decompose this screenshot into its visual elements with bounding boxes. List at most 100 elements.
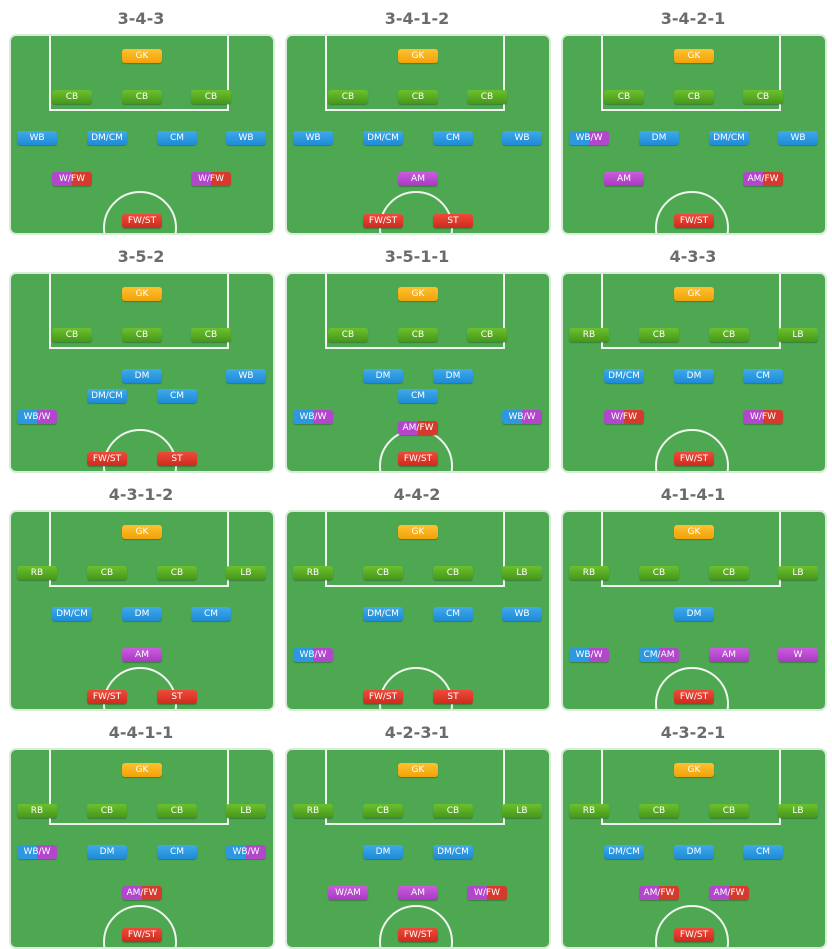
position-badge: GK [674,525,714,539]
position-badge: DM/CM [52,607,92,621]
position-badge: DM [674,845,714,859]
position-badge: LB [226,566,266,580]
position-badge: CB [52,90,92,104]
position-badge: CB [87,804,127,818]
center-circle [103,667,177,709]
position-badge: FW/ST [122,928,162,942]
position-badge: W/FW [191,172,231,186]
position-badge: RB [17,566,57,580]
position-badge: CB [191,328,231,342]
formation-card: 4-3-3 GK RB CB CB LB DM/CM DM CM W/FW W/FW FW/ST [561,244,827,473]
center-circle [655,429,729,471]
pitch: GK RB CB CB LB DM/CM DM CM W/FW W/FW FW/ST [561,272,827,473]
position-badge: W [778,648,818,662]
formation-title: 3-4-1-2 [384,9,450,28]
formation-card: 3-4-2-1 GK CB CB CB WB/W DM DM/CM WB AM AM/FW FW/ST [561,6,827,235]
position-badge: FW/ST [674,452,714,466]
position-badge: W/FW [52,172,92,186]
position-badge: AM [122,648,162,662]
formation-card: 4-1-4-1 GK RB CB CB LB DM WB/W CM/AM AM W FW/ST [561,482,827,711]
position-badge: CM [157,131,197,145]
formation-title: 4-3-1-2 [108,485,174,504]
penalty-box [49,512,229,587]
position-badge: WB [778,131,818,145]
position-badge: WB [502,607,542,621]
position-badge: ST [433,214,473,228]
position-badge: WB [226,131,266,145]
position-badge: RB [569,328,609,342]
position-badge: DM/CM [87,131,127,145]
position-badge: DM [433,369,473,383]
position-badge: GK [122,49,162,63]
pitch: GK CB CB CB WB DM/CM CM WB W/FW W/FW FW/ST [9,34,275,235]
position-badge: ST [433,690,473,704]
position-badge: RB [569,566,609,580]
position-badge: FW/ST [87,690,127,704]
position-badge: GK [398,525,438,539]
position-badge: WB/W [293,648,333,662]
formation-card: 4-3-1-2 GK RB CB CB LB DM/CM DM CM AM FW/ST ST [9,482,275,711]
formation-title: 4-4-1-1 [108,723,174,742]
position-badge: CM [433,131,473,145]
position-badge: CB [52,328,92,342]
position-badge: CM [743,369,783,383]
center-circle [103,905,177,947]
penalty-box [601,274,781,349]
position-badge: CB [398,90,438,104]
position-badge: CB [433,566,473,580]
position-badge: AM/FW [709,886,749,900]
position-badge: LB [778,566,818,580]
center-circle [379,905,453,947]
position-badge: LB [226,804,266,818]
position-badge: GK [398,763,438,777]
pitch: GK RB CB CB LB DM WB/W CM/AM AM W FW/ST [561,510,827,711]
position-badge: FW/ST [674,214,714,228]
position-badge: CB [433,804,473,818]
position-badge: GK [674,287,714,301]
position-badge: CB [328,90,368,104]
position-badge: AM [604,172,644,186]
position-badge: CB [709,566,749,580]
position-badge: CB [604,90,644,104]
position-badge: GK [674,49,714,63]
position-badge: RB [293,804,333,818]
position-badge: CB [363,804,403,818]
position-badge: DM [639,131,679,145]
center-circle [379,429,453,471]
center-circle [103,429,177,471]
position-badge: AM [398,172,438,186]
penalty-box [601,750,781,825]
position-badge: WB [502,131,542,145]
formation-title: 3-5-1-1 [384,247,450,266]
position-badge: W/FW [467,886,507,900]
position-badge: FW/ST [398,452,438,466]
position-badge: WB/W [17,410,57,424]
position-badge: CB [674,90,714,104]
pitch: GK RB CB CB LB DM DM/CM W/AM AM W/FW FW/ST [285,748,551,949]
position-badge: CB [639,566,679,580]
formation-card: 3-5-1-1 GK CB CB CB DM DM CM WB/W WB/W AM/FW FW/ST [285,244,551,473]
position-badge: CM [191,607,231,621]
position-badge: CB [743,90,783,104]
position-badge: DM [363,845,403,859]
position-badge: CB [328,328,368,342]
position-badge: W/AM [328,886,368,900]
position-badge: FW/ST [87,452,127,466]
position-badge: DM/CM [87,389,127,403]
position-badge: FW/ST [122,214,162,228]
position-badge: DM [674,607,714,621]
position-badge: LB [502,804,542,818]
pitch: GK RB CB CB LB DM/CM DM CM AM/FW AM/FW FW/ST [561,748,827,949]
formation-title: 3-5-2 [117,247,165,266]
formation-card: 3-4-3 GK CB CB CB WB DM/CM CM WB W/FW W/FW FW/ST [9,6,275,235]
position-badge: AM [398,886,438,900]
position-badge: CB [157,804,197,818]
center-circle [655,191,729,233]
position-badge: ST [157,452,197,466]
pitch: GK RB CB CB LB WB/W DM CM WB/W AM/FW FW/ST [9,748,275,949]
position-badge: FW/ST [363,214,403,228]
position-badge: CB [191,90,231,104]
position-badge: CB [709,328,749,342]
penalty-box [601,512,781,587]
position-badge: CB [87,566,127,580]
